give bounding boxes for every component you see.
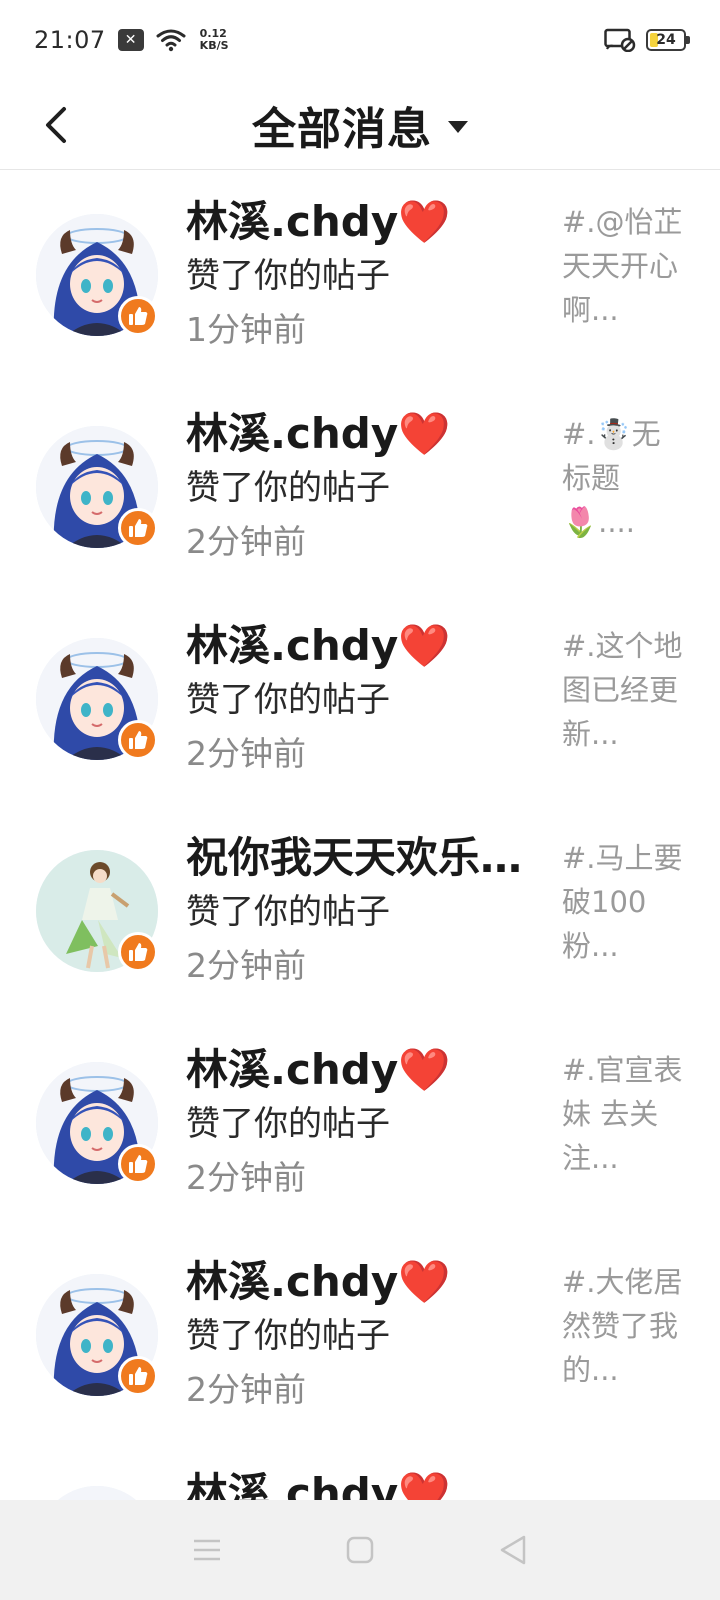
thumbs-up-icon: [129, 731, 148, 749]
thumbs-up-icon: [129, 943, 148, 961]
action-text: 赞了你的帖子: [186, 1316, 390, 1356]
post-preview[interactable]: #.☃️无标题🌷....: [562, 412, 688, 544]
avatar[interactable]: [36, 1486, 158, 1500]
user-name[interactable]: 林溪.chdy❤️: [186, 194, 526, 250]
action-text: 赞了你的帖子: [186, 1104, 390, 1144]
post-preview[interactable]: #.这个地图已经更新...: [562, 624, 688, 756]
message-row[interactable]: 林溪.chdy❤️ 赞了你的帖子 2分钟前 #.☃️无标题🌷....: [0, 384, 720, 596]
message-row[interactable]: 林溪.chdy❤️ 赞了你的帖子 2分钟前 #.这个地图已经更新...: [0, 596, 720, 808]
notification-icon: ✕: [117, 29, 144, 51]
action-text: 赞了你的帖子: [186, 468, 390, 508]
menu-button[interactable]: [177, 1520, 237, 1580]
back-nav-button[interactable]: [483, 1520, 543, 1580]
triangle-back-icon: [501, 1535, 526, 1565]
message-row[interactable]: 林溪.chdy❤️: [0, 1444, 720, 1500]
header: 全部消息: [0, 80, 720, 170]
thumbs-up-icon: [129, 1155, 148, 1173]
user-name[interactable]: 林溪.chdy❤️: [186, 1466, 526, 1500]
user-name[interactable]: 祝你我天天欢乐...: [186, 830, 526, 886]
action-text: 赞了你的帖子: [186, 256, 390, 296]
message-list[interactable]: 林溪.chdy❤️ 赞了你的帖子 1分钟前 #.@怡芷天天开心啊... 林溪.c…: [0, 172, 720, 1500]
title-dropdown[interactable]: 全部消息: [0, 80, 720, 170]
status-time: 21:07: [34, 26, 106, 54]
net-speed: 0.12 KB/S: [200, 28, 229, 52]
post-preview[interactable]: #.大佬居然赞了我的...: [562, 1260, 688, 1392]
user-name[interactable]: 林溪.chdy❤️: [186, 406, 526, 462]
anime-girl-avatar-icon: [36, 1486, 158, 1500]
menu-icon: [193, 1539, 220, 1561]
timestamp: 2分钟前: [186, 734, 306, 773]
net-speed-unit: KB/S: [199, 39, 229, 52]
status-bar: 21:07 ✕ 0.12 KB/S 24: [0, 0, 720, 80]
message-row[interactable]: 林溪.chdy❤️ 赞了你的帖子 2分钟前 #.官宣表妹 去关注...: [0, 1020, 720, 1232]
thumbs-up-icon: [129, 307, 148, 325]
like-badge: [118, 932, 158, 972]
page-title: 全部消息: [252, 104, 432, 155]
thumbs-up-icon: [129, 1367, 148, 1385]
user-name[interactable]: 林溪.chdy❤️: [186, 1042, 526, 1098]
timestamp: 2分钟前: [186, 1158, 306, 1197]
system-nav-bar: [0, 1500, 720, 1600]
user-name[interactable]: 林溪.chdy❤️: [186, 1254, 526, 1310]
caret-down-icon: [448, 121, 468, 133]
thumbs-up-icon: [129, 519, 148, 537]
action-text: 赞了你的帖子: [186, 892, 390, 932]
post-preview[interactable]: #.马上要破100粉...: [562, 836, 688, 968]
message-row[interactable]: 林溪.chdy❤️ 赞了你的帖子 2分钟前 #.大佬居然赞了我的...: [0, 1232, 720, 1444]
like-badge: [118, 1356, 158, 1396]
message-row[interactable]: 林溪.chdy❤️ 赞了你的帖子 1分钟前 #.@怡芷天天开心啊...: [0, 172, 720, 384]
battery-level: 24: [656, 32, 676, 48]
timestamp: 2分钟前: [186, 522, 306, 561]
timestamp: 2分钟前: [186, 946, 306, 985]
home-button[interactable]: [330, 1520, 390, 1580]
like-badge: [118, 508, 158, 548]
square-home-icon: [346, 1536, 374, 1564]
message-row[interactable]: 祝你我天天欢乐... 赞了你的帖子 2分钟前 #.马上要破100粉...: [0, 808, 720, 1020]
timestamp: 2分钟前: [186, 1370, 306, 1409]
like-badge: [118, 1144, 158, 1184]
battery-indicator: 24: [646, 29, 690, 51]
post-preview[interactable]: #.官宣表妹 去关注...: [562, 1048, 688, 1180]
user-name[interactable]: 林溪.chdy❤️: [186, 618, 526, 674]
like-badge: [118, 720, 158, 760]
screen-cast-off-icon: [604, 28, 636, 52]
like-badge: [118, 296, 158, 336]
post-preview[interactable]: #.@怡芷天天开心啊...: [562, 200, 688, 332]
action-text: 赞了你的帖子: [186, 680, 390, 720]
timestamp: 1分钟前: [186, 310, 306, 349]
wifi-icon: [156, 29, 186, 52]
